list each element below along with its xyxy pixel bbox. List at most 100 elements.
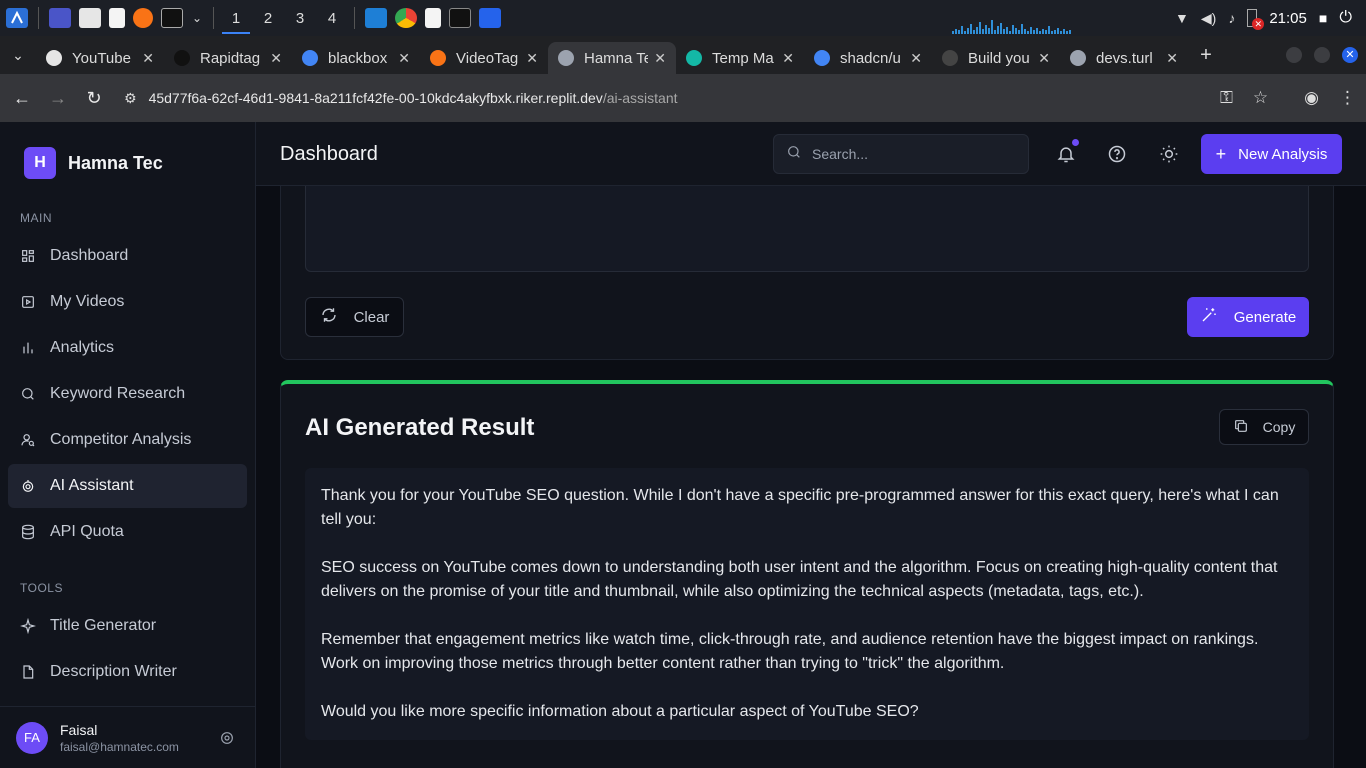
browser-tab[interactable]: devs.turl ✕ [1060,42,1188,74]
power-icon[interactable]: ⏻ [1339,9,1352,27]
file-manager-icon[interactable] [79,8,101,28]
show-desktop-icon[interactable] [49,8,71,28]
cpu-graph [952,18,1107,34]
clock[interactable]: 21:05 [1269,10,1307,27]
brand[interactable]: H Hamna Tec [0,122,255,204]
tab-favicon-icon [430,50,446,66]
text-editor-icon[interactable] [109,8,125,28]
browser-tab[interactable]: Temp Ma ✕ [676,42,804,74]
clear-button[interactable]: Clear [305,297,404,337]
app-menu-icon[interactable] [6,8,28,28]
site-info-icon[interactable]: ⚙ [124,90,137,107]
system-tray: ▼ ◀) ♪ ✕ 21:05 ■ ⏻ [1175,0,1366,36]
tab-title: Temp Ma [712,49,774,67]
tab-favicon-icon [174,50,190,66]
vscode-icon[interactable] [365,8,387,28]
browser-menu-icon[interactable]: ⋮ [1339,88,1356,108]
forward-button[interactable]: → [40,88,76,109]
battery-icon[interactable]: ✕ [1247,9,1265,30]
tab-title: devs.turl [1096,49,1153,67]
tab-close-icon[interactable]: ✕ [782,50,794,67]
profile-icon[interactable]: ◉ [1304,88,1319,108]
document-icon [20,664,36,680]
workspace-4[interactable]: 4 [316,0,348,36]
sidebar-section-main: MAIN [20,211,52,225]
url-field[interactable]: 45d77f6a-62cf-46d1-9841-8a211fcf42fe-00-… [149,90,678,106]
calendar-app-icon[interactable] [479,8,501,28]
close-window-button[interactable]: ✕ [1342,47,1358,63]
sidebar-item-api-quota[interactable]: API Quota [8,510,247,554]
search-box[interactable] [773,134,1029,174]
sparkle-icon [20,618,36,634]
sidebar-item-keyword-research[interactable]: Keyword Research [8,372,247,416]
plus-icon: + [1215,143,1227,164]
sidebar-item-ai-assistant[interactable]: AI Assistant [8,464,247,508]
chrome-icon[interactable] [395,8,417,28]
tab-close-icon[interactable]: ✕ [654,50,666,67]
sidebar-item-my-videos[interactable]: My Videos [8,280,247,324]
tab-close-icon[interactable]: ✕ [1038,50,1050,67]
tab-close-icon[interactable]: ✕ [270,50,282,67]
video-icon [20,294,36,310]
dashboard-icon [20,248,36,264]
maximize-button[interactable] [1314,47,1330,63]
user-profile[interactable]: FA Faisal faisal@hamnatec.com [0,706,255,768]
generate-button[interactable]: Generate [1187,297,1309,337]
new-tab-button[interactable]: + [1188,44,1224,67]
terminal-window-icon[interactable] [449,8,471,28]
tab-close-icon[interactable]: ✕ [398,50,410,67]
sidebar: H Hamna Tec MAIN Dashboard My Videos Analy… [0,122,256,768]
volume-icon[interactable]: ◀) [1201,10,1216,27]
browser-tab[interactable]: Hamna Te ✕ [548,42,676,74]
browser-tab[interactable]: YouTube ✕ [36,42,164,74]
workspace-1[interactable]: 1 [220,0,252,36]
browser-tab[interactable]: VideoTag ✕ [420,42,548,74]
tab-list-button[interactable]: ⌄ [0,47,36,64]
browser-tab[interactable]: Build you ✕ [932,42,1060,74]
tab-close-icon[interactable]: ✕ [526,50,538,67]
tab-title: Rapidtag [200,49,261,67]
result-paragraph: Remember that engagement metrics like wa… [321,631,1259,672]
database-icon [20,524,36,540]
firefox-icon[interactable] [133,8,153,28]
tab-close-icon[interactable]: ✕ [1166,50,1178,67]
tab-close-icon[interactable]: ✕ [910,50,922,67]
theme-sun-icon[interactable] [1159,144,1179,164]
document-app-icon[interactable] [425,8,441,28]
browser-tab[interactable]: shadcn/u ✕ [804,42,932,74]
minimize-button[interactable] [1286,47,1302,63]
chevron-down-icon[interactable]: ⌄ [191,8,203,28]
browser-tab-strip: ⌄ YouTube ✕ Rapidtag ✕ blackbox ✕ VideoTag ✕ Ham… [0,36,1366,74]
copy-button[interactable]: Copy [1219,409,1309,445]
help-icon[interactable] [1107,144,1127,164]
clear-label: Clear [353,308,390,326]
sidebar-item-description-writer[interactable]: Description Writer [8,650,247,694]
back-button[interactable]: ← [4,88,40,109]
notification-bell-icon[interactable] [1056,139,1079,164]
reload-button[interactable]: ↻ [76,88,112,109]
notifications-icon[interactable]: ♪ [1228,10,1235,26]
sidebar-item-competitor-analysis[interactable]: Competitor Analysis [8,418,247,462]
workspace-3[interactable]: 3 [284,0,316,36]
wifi-icon[interactable]: ▼ [1175,10,1189,26]
sidebar-item-analytics[interactable]: Analytics [8,326,247,370]
sidebar-item-title-generator[interactable]: Title Generator [8,604,247,648]
settings-gear-icon[interactable] [219,730,235,746]
tab-favicon-icon [302,50,318,66]
user-name: Faisal [60,721,98,738]
result-text: Thank you for your YouTube SEO question.… [305,468,1309,740]
new-analysis-button[interactable]: + New Analysis [1201,134,1342,174]
browser-tab[interactable]: Rapidtag ✕ [164,42,292,74]
terminal-icon[interactable] [161,8,183,28]
prompt-textarea[interactable] [305,186,1309,272]
lock-icon[interactable]: ■ [1319,10,1327,26]
main-content: Clear Generate AI Generated Result Copy … [256,186,1366,768]
sidebar-item-dashboard[interactable]: Dashboard [8,234,247,278]
workspace-2[interactable]: 2 [252,0,284,36]
browser-tab[interactable]: blackbox ✕ [292,42,420,74]
bookmark-star-icon[interactable]: ☆ [1253,88,1268,108]
sidebar-item-label: Dashboard [50,247,129,264]
password-key-icon[interactable]: ⚿ [1220,88,1233,108]
tab-close-icon[interactable]: ✕ [142,50,154,67]
search-input[interactable] [812,146,1012,162]
